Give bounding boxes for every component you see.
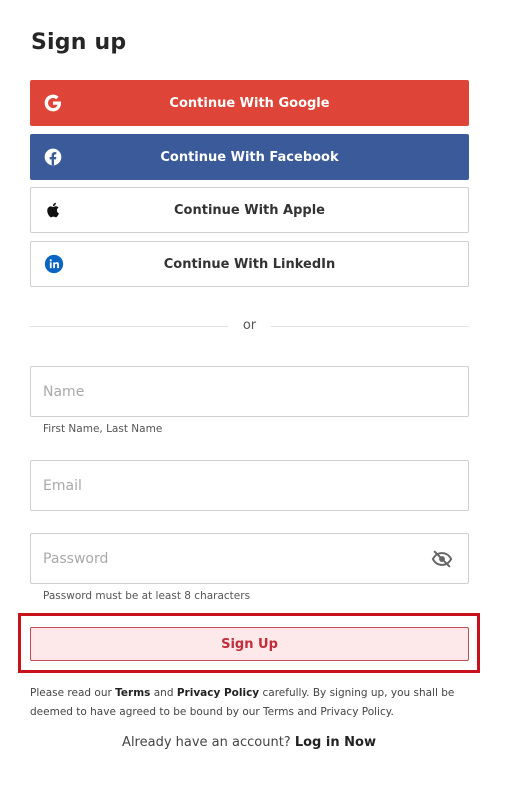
linkedin-button-label: Continue With LinkedIn bbox=[163, 256, 336, 272]
name-input[interactable] bbox=[31, 367, 468, 416]
continue-with-linkedin-button[interactable]: Continue With LinkedIn bbox=[30, 241, 469, 287]
email-input[interactable] bbox=[31, 461, 468, 510]
signup-page: Sign up Continue With Google Continue Wi… bbox=[0, 0, 518, 802]
facebook-button-label: Continue With Facebook bbox=[160, 149, 339, 165]
login-prompt-text: Already have an account? bbox=[122, 735, 295, 750]
password-input[interactable] bbox=[31, 534, 468, 583]
sign-up-button[interactable]: Sign Up bbox=[30, 627, 469, 661]
facebook-icon bbox=[42, 146, 64, 168]
log-in-now-link[interactable]: Log in Now bbox=[295, 735, 376, 750]
eye-slash-icon[interactable] bbox=[430, 547, 454, 571]
apple-icon bbox=[43, 199, 65, 221]
divider-line-right bbox=[271, 326, 469, 327]
email-field bbox=[30, 460, 469, 511]
google-button-label: Continue With Google bbox=[169, 95, 330, 111]
apple-button-label: Continue With Apple bbox=[174, 202, 325, 218]
privacy-policy-link[interactable]: Privacy Policy bbox=[177, 687, 259, 699]
page-title: Sign up bbox=[31, 30, 127, 55]
divider-text: or bbox=[242, 318, 257, 333]
terms-prefix: Please read our bbox=[30, 687, 116, 699]
terms-notice: Please read our Terms and Privacy Policy… bbox=[30, 684, 470, 722]
google-g-icon bbox=[42, 92, 64, 114]
or-divider: or bbox=[30, 316, 469, 336]
continue-with-apple-button[interactable]: Continue With Apple bbox=[30, 187, 469, 233]
name-helper-text: First Name, Last Name bbox=[43, 423, 163, 435]
divider-line-left bbox=[30, 326, 228, 327]
password-helper-text: Password must be at least 8 characters bbox=[43, 590, 251, 602]
linkedin-icon bbox=[43, 253, 65, 275]
continue-with-facebook-button[interactable]: Continue With Facebook bbox=[30, 134, 469, 180]
name-field bbox=[30, 366, 469, 417]
terms-and: and bbox=[150, 687, 177, 699]
password-field bbox=[30, 533, 469, 584]
continue-with-google-button[interactable]: Continue With Google bbox=[30, 80, 469, 126]
login-prompt: Already have an account? Log in Now bbox=[0, 735, 498, 750]
terms-link[interactable]: Terms bbox=[115, 687, 150, 699]
